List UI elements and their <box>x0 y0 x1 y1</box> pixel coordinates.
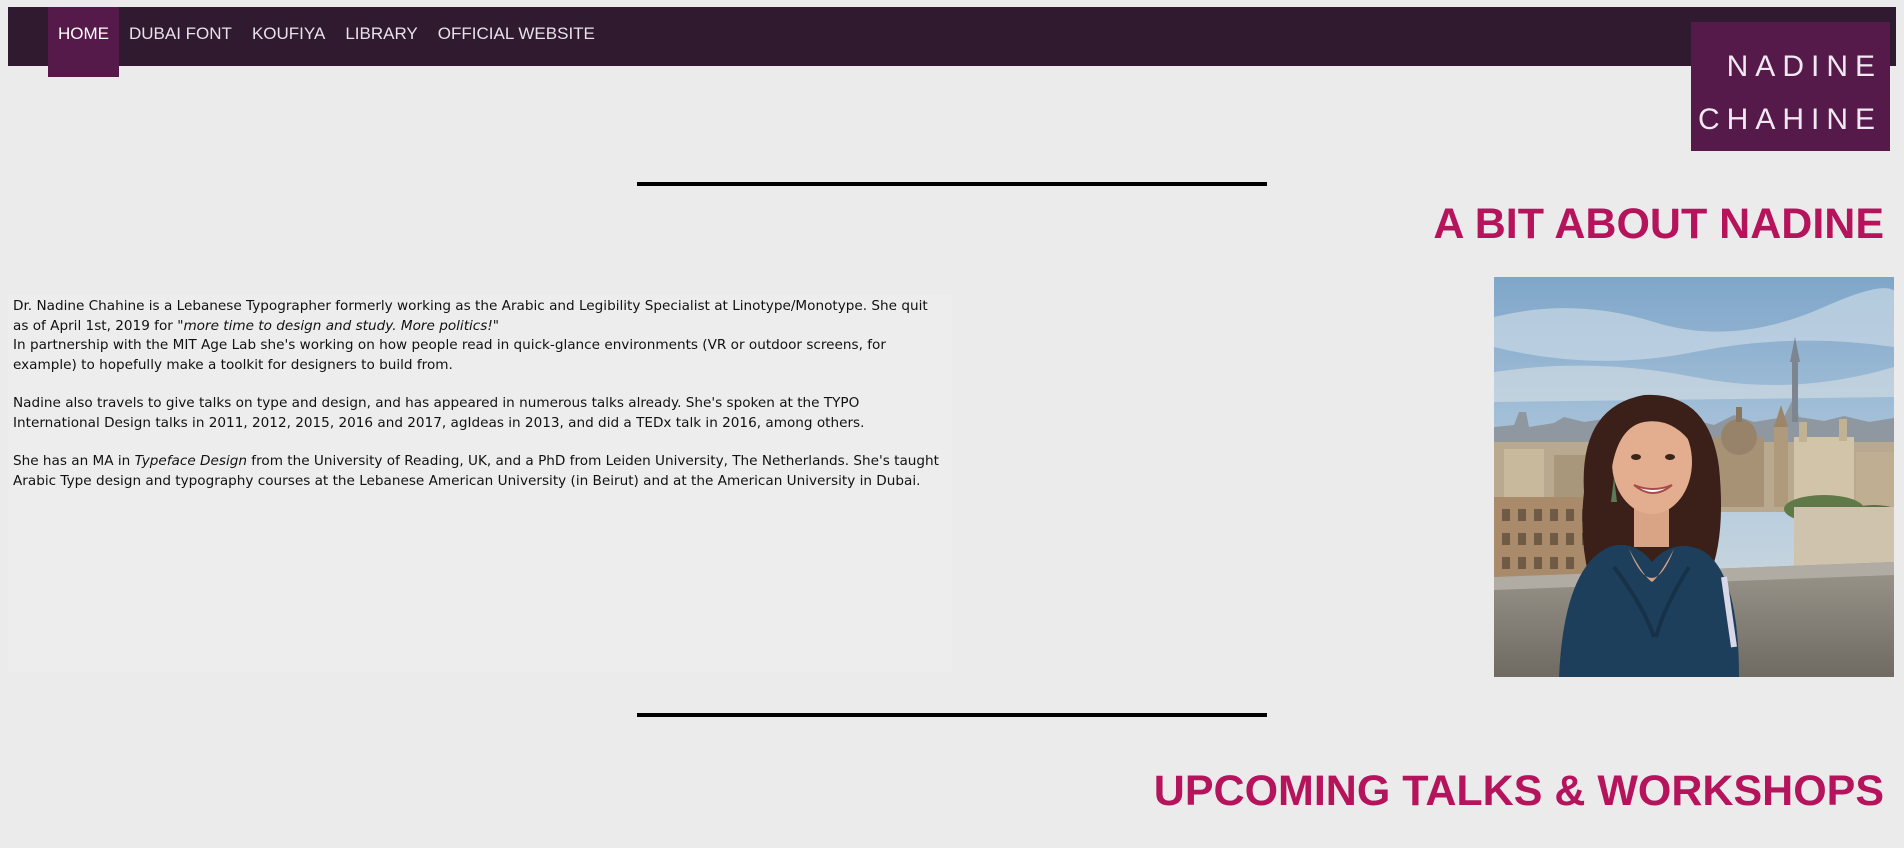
bio-paragraph-1b: In partnership with the MIT Age Lab she'… <box>13 337 886 373</box>
nav-menu: HOME DUBAI FONT KOUFIYA LIBRARY OFFICIAL… <box>48 7 605 77</box>
bio-paragraph-1: Dr. Nadine Chahine is a Lebanese Typogra… <box>13 297 947 336</box>
nav-item-dubai-font-label: DUBAI FONT <box>129 24 232 43</box>
nav-item-library[interactable]: LIBRARY <box>335 22 427 46</box>
bio-p1-quote: "more time to design and study. More pol… <box>177 317 500 334</box>
nav-item-library-label: LIBRARY <box>345 24 418 43</box>
bio-paragraph-2: Nadine also travels to give talks on typ… <box>13 395 865 431</box>
nav-item-koufiya[interactable]: KOUFIYA <box>242 22 335 46</box>
portrait-illustration <box>1494 277 1894 677</box>
bio-paragraph-3: She has an MA in Typeface Design from th… <box>13 452 947 491</box>
bio-p3-italic: Typeface Design <box>134 453 247 469</box>
talks-heading: UPCOMING TALKS & WORKSHOPS <box>1153 767 1884 815</box>
bio-p3-before: She has an MA in <box>13 453 135 469</box>
top-navbar: HOME DUBAI FONT KOUFIYA LIBRARY OFFICIAL… <box>8 7 1896 77</box>
nav-item-koufiya-label: KOUFIYA <box>251 24 326 43</box>
bio-panel: Dr. Nadine Chahine is a Lebanese Typogra… <box>8 295 952 672</box>
nav-item-dubai-font[interactable]: DUBAI FONT <box>119 22 242 46</box>
section-divider-about <box>637 182 1267 186</box>
about-heading: A BIT ABOUT NADINE <box>1433 200 1884 248</box>
site-logo[interactable]: NADINE CHAHINE <box>1691 22 1890 151</box>
nav-item-home[interactable]: HOME <box>48 7 119 77</box>
nav-item-home-label: HOME <box>58 24 109 43</box>
section-divider-talks <box>637 713 1267 717</box>
nav-item-official-website-label: OFFICIAL WEBSITE <box>437 24 595 43</box>
portrait-photo <box>1494 277 1894 677</box>
logo-line-first: NADINE <box>1726 50 1882 83</box>
logo-line-last: CHAHINE <box>1697 103 1882 136</box>
nav-item-official-website[interactable]: OFFICIAL WEBSITE <box>428 22 605 46</box>
